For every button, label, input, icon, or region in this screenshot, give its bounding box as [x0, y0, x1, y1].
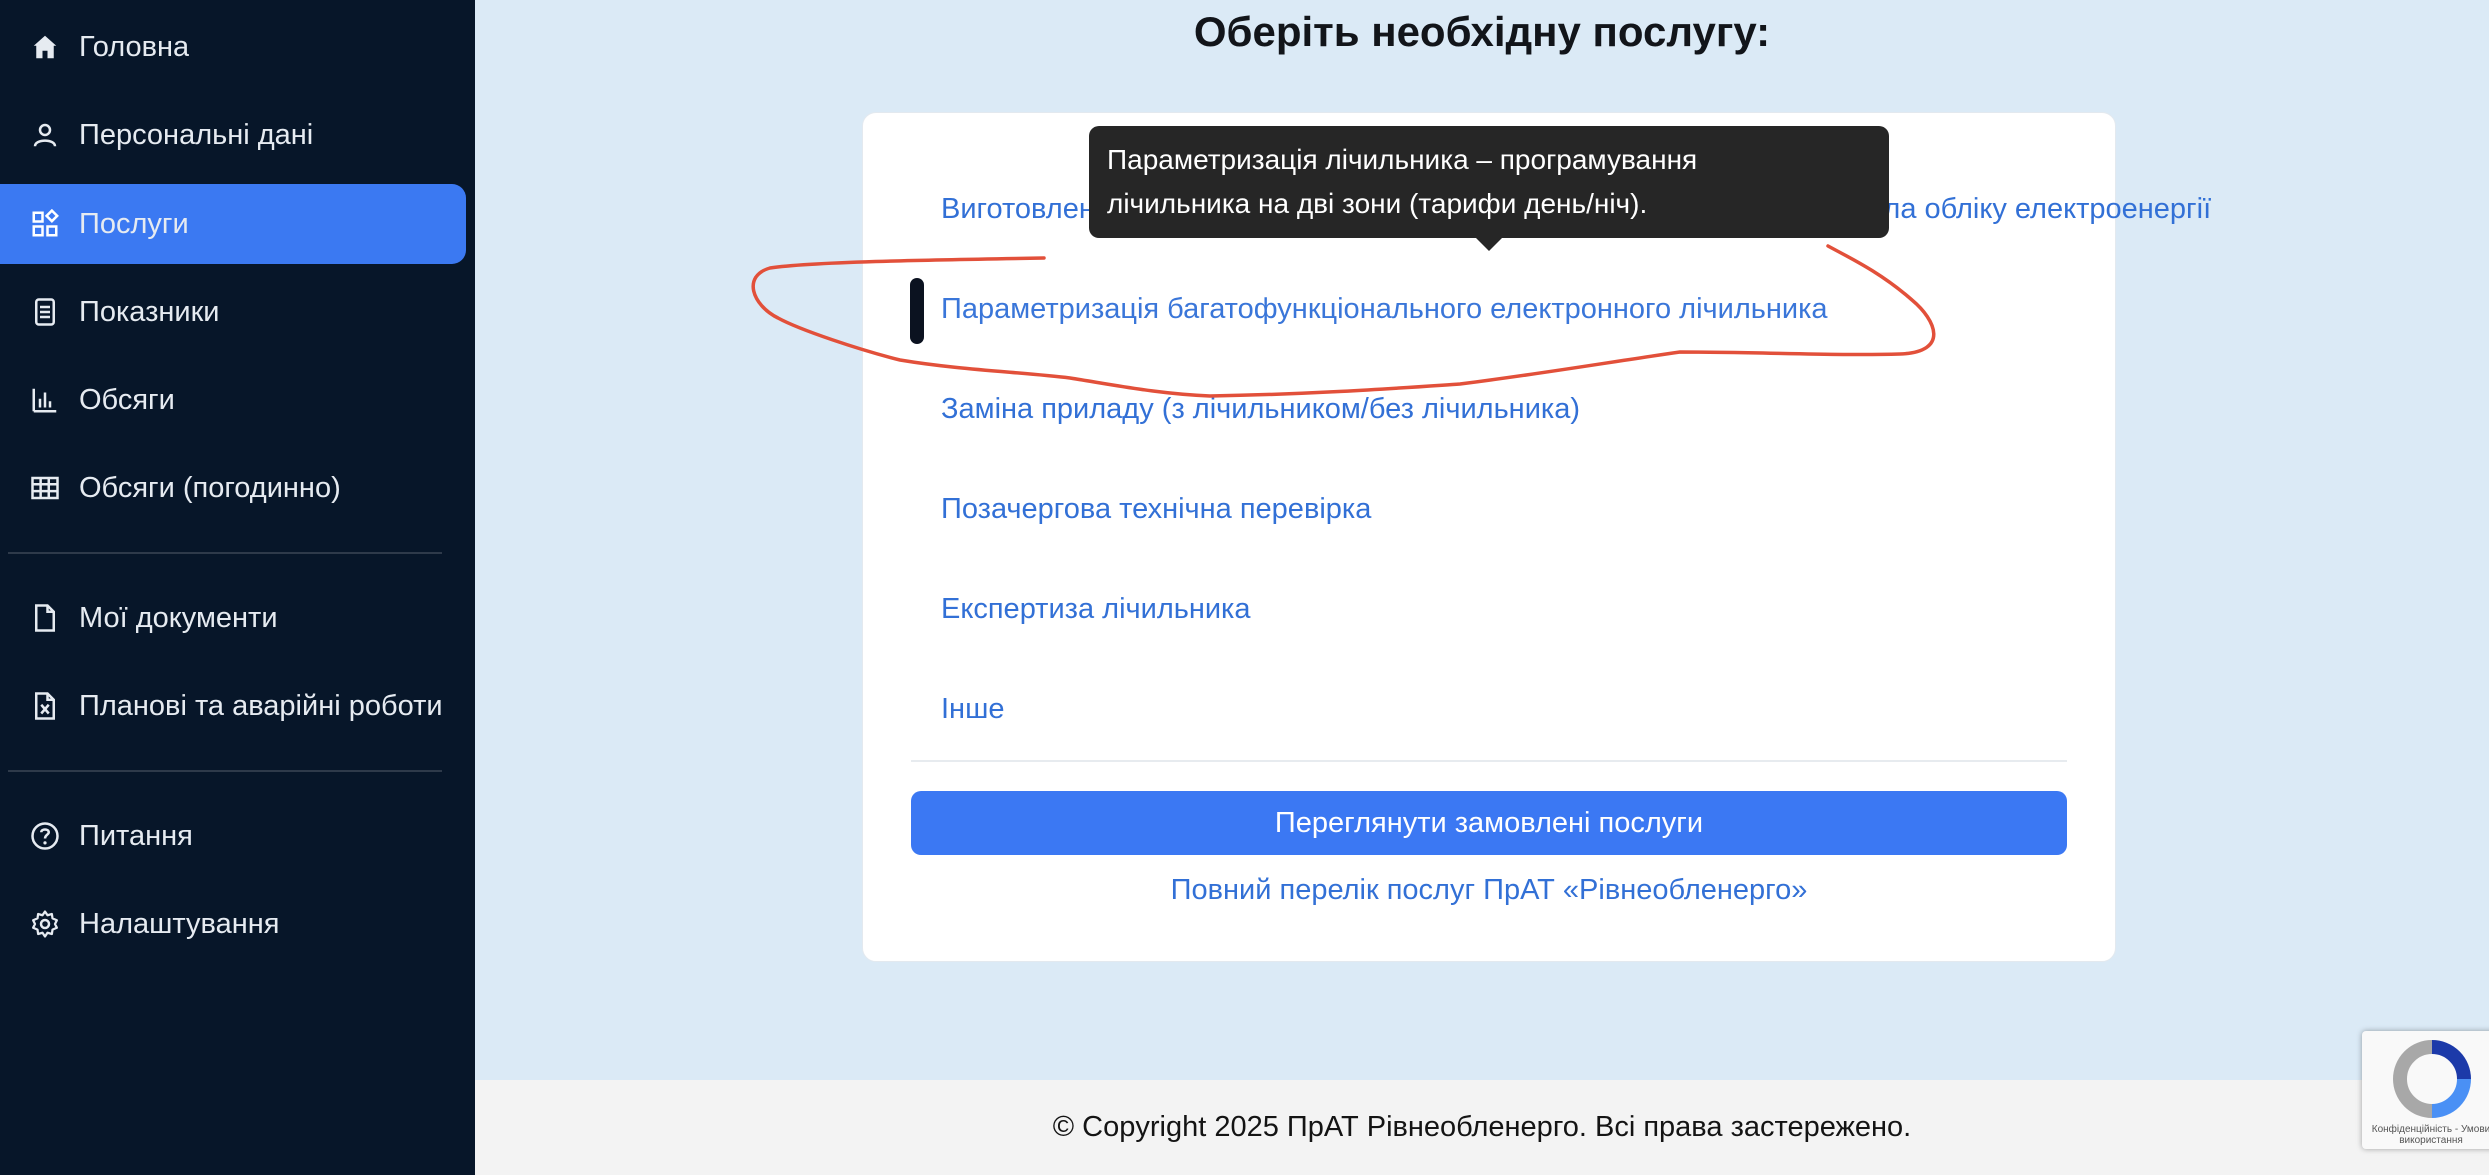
services-grid-icon: [28, 207, 62, 241]
card-divider: [911, 760, 2067, 762]
sidebar-item-label: Налаштування: [79, 907, 280, 940]
sidebar-item-label: Головна: [79, 30, 190, 63]
service-link-device-replacement[interactable]: Заміна приладу (з лічильником/без лічиль…: [941, 393, 1580, 426]
sidebar-divider: [8, 770, 442, 772]
sidebar-item-personal-data[interactable]: Персональні дані: [0, 95, 466, 175]
active-item-marker: [910, 278, 924, 344]
recaptcha-icon: [2392, 1039, 2472, 1124]
sidebar-item-volumes-hourly[interactable]: Обсяги (погодинно): [0, 448, 466, 528]
home-icon: [28, 30, 62, 64]
sidebar-item-questions[interactable]: Питання: [0, 796, 466, 876]
sidebar-item-label: Обсяги: [79, 383, 175, 416]
sidebar: Головна Персональні дані Послуги Показни…: [0, 0, 475, 1175]
recaptcha-badge[interactable]: Конфіденційність - Умови використання: [2362, 1031, 2489, 1149]
tooltip-line: Параметризація лічильника – програмуванн…: [1107, 144, 1698, 175]
sidebar-item-label: Обсяги (погодинно): [79, 471, 341, 504]
tooltip-line: лічильника на дві зони (тарифи день/ніч)…: [1107, 188, 1648, 219]
recaptcha-privacy-terms[interactable]: Конфіденційність - Умови використання: [2366, 1124, 2489, 1146]
sidebar-item-services[interactable]: Послуги: [0, 184, 466, 264]
service-link-parametrization[interactable]: Параметризація багатофункціонального еле…: [941, 293, 1828, 326]
service-tooltip: Параметризація лічильника – програмуванн…: [1089, 126, 1889, 238]
sidebar-item-label: Персональні дані: [79, 118, 314, 151]
service-link-meter-expertise[interactable]: Експертиза лічильника: [941, 593, 1251, 626]
copyright-text: © Copyright 2025 ПрАТ Рівнеобленерго. Вс…: [1052, 1111, 1912, 1143]
sidebar-item-documents[interactable]: Мої документи: [0, 578, 466, 658]
user-icon: [28, 118, 62, 152]
table-icon: [28, 471, 62, 505]
full-services-list-link[interactable]: Повний перелік послуг ПрАТ «Рівнеобленер…: [862, 874, 2116, 907]
gear-icon: [28, 907, 62, 941]
sidebar-divider: [8, 552, 442, 554]
sidebar-item-label: Показники: [79, 295, 220, 328]
sidebar-item-planned-works[interactable]: Планові та аварійні роботи: [0, 666, 466, 746]
sidebar-item-home[interactable]: Головна: [0, 7, 466, 87]
question-icon: [28, 819, 62, 853]
view-orders-button[interactable]: Переглянути замовлені послуги: [911, 791, 2067, 855]
readings-icon: [28, 295, 62, 329]
sidebar-item-label: Планові та аварійні роботи: [79, 689, 443, 722]
excel-file-icon: [28, 689, 62, 723]
footer: © Copyright 2025 ПрАТ Рівнеобленерго. Вс…: [475, 1080, 2489, 1175]
service-link-technical-inspection[interactable]: Позачергова технічна перевірка: [941, 493, 1371, 526]
bar-chart-icon: [28, 383, 62, 417]
page-title: Оберіть необхідну послугу:: [1193, 8, 1771, 55]
sidebar-item-settings[interactable]: Налаштування: [0, 884, 466, 964]
sidebar-item-label: Питання: [79, 819, 193, 852]
document-icon: [28, 601, 62, 635]
app-window: Головна Персональні дані Послуги Показни…: [0, 0, 2489, 1175]
service-link-other[interactable]: Інше: [941, 693, 1004, 726]
tooltip-arrow: [1475, 237, 1503, 251]
sidebar-item-readings[interactable]: Показники: [0, 272, 466, 352]
sidebar-item-label: Мої документи: [79, 601, 278, 634]
sidebar-item-volumes[interactable]: Обсяги: [0, 360, 466, 440]
sidebar-item-label: Послуги: [79, 207, 189, 240]
